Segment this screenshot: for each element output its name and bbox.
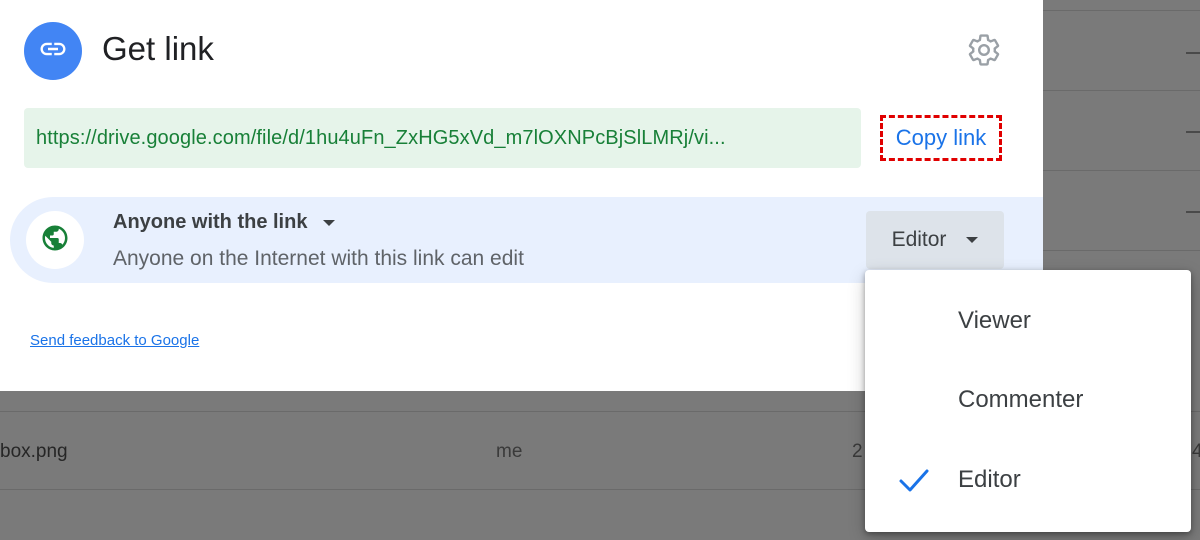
link-url-field[interactable]: https://drive.google.com/file/d/1hu4uFn_… bbox=[24, 108, 861, 168]
menu-item-commenter[interactable]: Commenter bbox=[865, 364, 1191, 436]
globe-badge bbox=[26, 211, 84, 269]
settings-button[interactable] bbox=[964, 32, 1004, 72]
send-feedback-link[interactable]: Send feedback to Google bbox=[30, 332, 199, 349]
menu-item-label: Viewer bbox=[958, 307, 1031, 334]
role-dropdown-label: Editor bbox=[891, 228, 947, 251]
row-divider bbox=[1043, 170, 1200, 171]
globe-icon bbox=[40, 223, 70, 258]
background-file-name: box.png bbox=[0, 441, 68, 462]
background-file-owner: me bbox=[496, 441, 523, 462]
link-icon bbox=[38, 34, 68, 69]
role-dropdown-button[interactable]: Editor bbox=[866, 211, 1004, 269]
menu-item-editor[interactable]: Editor bbox=[865, 444, 1191, 516]
link-url-text: https://drive.google.com/file/d/1hu4uFn_… bbox=[36, 126, 726, 149]
row-divider bbox=[1043, 90, 1200, 91]
access-description: Anyone on the Internet with this link ca… bbox=[113, 247, 524, 270]
dialog-title: Get link bbox=[102, 30, 214, 67]
checkmark-icon bbox=[898, 466, 930, 499]
access-scope-label: Anyone with the link bbox=[113, 211, 308, 233]
empty-size-dash bbox=[1186, 52, 1200, 54]
role-menu: Viewer Commenter Editor bbox=[865, 270, 1191, 532]
gear-icon bbox=[966, 32, 1002, 73]
row-divider bbox=[1043, 250, 1200, 251]
empty-size-dash bbox=[1186, 131, 1200, 133]
link-badge bbox=[24, 22, 82, 80]
empty-size-dash bbox=[1186, 211, 1200, 213]
menu-item-label: Editor bbox=[958, 466, 1021, 493]
background-edge-text: 4 bbox=[1192, 441, 1200, 462]
caret-down-icon bbox=[323, 219, 336, 226]
background-file-date: 2 bbox=[852, 441, 863, 462]
row-divider bbox=[1043, 10, 1200, 11]
menu-item-label: Commenter bbox=[958, 386, 1084, 413]
copy-link-button[interactable]: Copy link bbox=[880, 115, 1002, 161]
menu-item-viewer[interactable]: Viewer bbox=[865, 285, 1191, 357]
access-scope-dropdown[interactable]: Anyone with the link bbox=[113, 211, 336, 234]
caret-down-icon bbox=[966, 237, 979, 243]
